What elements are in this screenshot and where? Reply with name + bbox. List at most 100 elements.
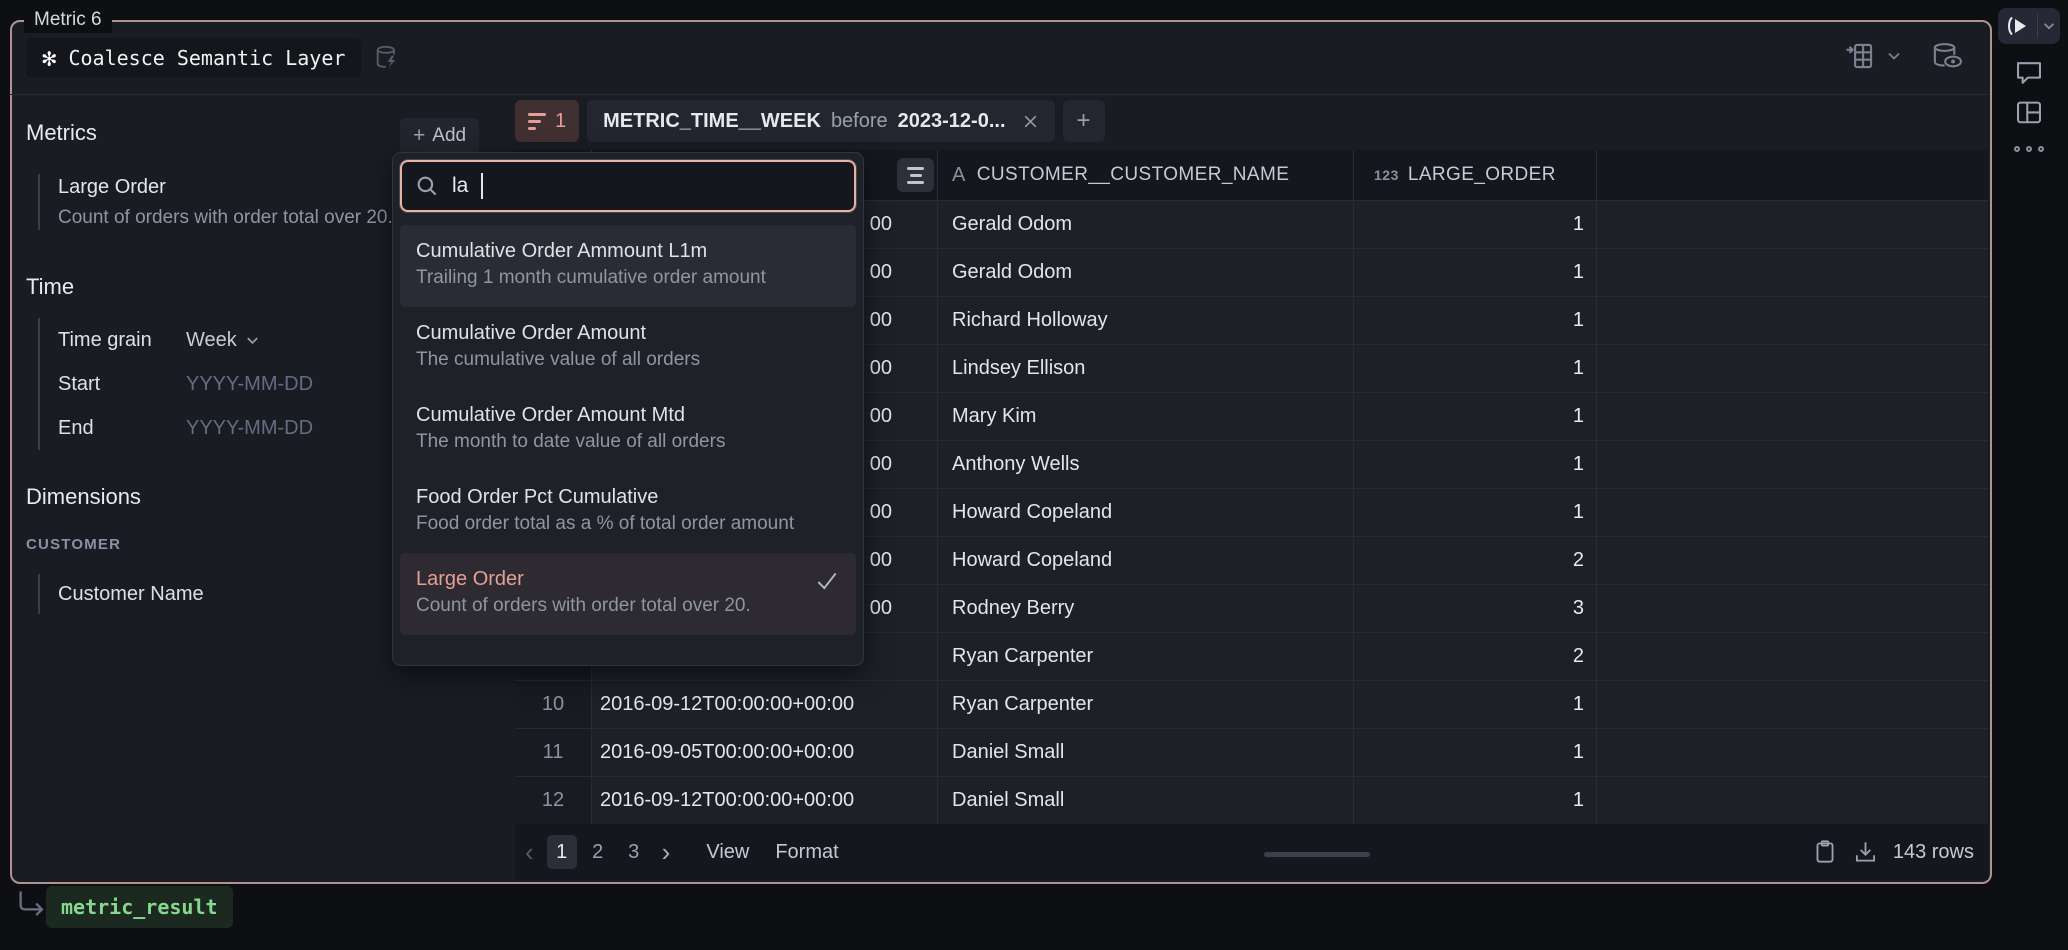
filter-icon: [528, 113, 546, 130]
chevron-down-icon: [245, 333, 260, 348]
search-query: la: [452, 174, 468, 198]
rows-count: 143 rows: [1893, 841, 1974, 864]
filter-value: 2023-12-0...: [898, 110, 1006, 133]
customer-name-cell: Rodney Berry: [938, 585, 1354, 632]
dropdown-item-description: The month to date value of all orders: [416, 429, 840, 455]
prev-page-icon[interactable]: ‹: [515, 839, 544, 865]
table-row[interactable]: 12 2016-09-12T00:00:00+00:00 Daniel Smal…: [515, 777, 1988, 825]
page-button[interactable]: 2: [583, 835, 613, 869]
cell-title: Metric 6: [24, 7, 112, 33]
column-header-large-order[interactable]: 123 LARGE_ORDER: [1354, 150, 1597, 200]
dropdown-item[interactable]: Cumulative Order Ammount L1m Trailing 1 …: [400, 225, 856, 307]
filter-bar: 1 METRIC_TIME__WEEK before 2023-12-0... …: [515, 100, 1105, 142]
metric-search-dropdown: la Cumulative Order Ammount L1m Trailing…: [392, 152, 864, 666]
dropdown-item-title: Cumulative Order Amount Mtd: [416, 401, 840, 429]
next-page-icon[interactable]: ›: [652, 839, 681, 865]
close-icon[interactable]: [1022, 113, 1039, 130]
table-row[interactable]: 10 2016-09-12T00:00:00+00:00 Ryan Carpen…: [515, 681, 1988, 729]
customer-name-cell: Ryan Carpenter: [938, 633, 1354, 680]
large-order-cell: 1: [1354, 729, 1597, 776]
page: Metric 6 ✻ Coalesce Semantic Layer: [0, 0, 2068, 950]
empty-cell: [1597, 585, 1988, 632]
filter-field: METRIC_TIME__WEEK: [603, 110, 821, 133]
horizontal-scrollbar[interactable]: [1264, 852, 1370, 857]
filter-operator: before: [831, 110, 888, 133]
search-icon: [414, 173, 440, 199]
dimensions-heading: Dimensions: [26, 484, 141, 510]
row-number-cell: 10: [515, 681, 592, 728]
customer-name-cell: Mary Kim: [938, 393, 1354, 440]
download-icon[interactable]: [1852, 838, 1879, 866]
filter-chip[interactable]: METRIC_TIME__WEEK before 2023-12-0...: [587, 100, 1054, 142]
empty-cell: [1597, 681, 1988, 728]
insert-table-icon[interactable]: [1844, 40, 1876, 72]
format-menu[interactable]: Format: [775, 841, 838, 864]
dropdown-list: Cumulative Order Ammount L1m Trailing 1 …: [393, 219, 863, 643]
column-label: LARGE_ORDER: [1408, 164, 1556, 186]
dropdown-item-title: Large Order: [416, 565, 840, 593]
chevron-down-icon[interactable]: [2038, 19, 2060, 33]
add-filter-button[interactable]: +: [1063, 100, 1105, 142]
column-filter-indicator-icon[interactable]: [897, 158, 934, 192]
column-header-customer-name[interactable]: A CUSTOMER__CUSTOMER_NAME: [938, 150, 1354, 200]
large-order-cell: 1: [1354, 297, 1597, 344]
cell-content: ✻ Coalesce Semantic Layer: [10, 20, 1988, 880]
dropdown-item-description: The cumulative value of all orders: [416, 347, 840, 373]
empty-cell: [1597, 201, 1988, 248]
filter-count: 1: [555, 110, 566, 133]
metrics-section-header: Metrics + Add: [26, 118, 504, 156]
page-button[interactable]: 3: [619, 835, 649, 869]
table-footer: ‹ 1 2 3 › View Format: [515, 824, 1988, 880]
customer-name-cell: Gerald Odom: [938, 249, 1354, 296]
copy-icon[interactable]: [1812, 838, 1838, 866]
chevron-down-icon[interactable]: [1886, 48, 1902, 64]
filter-count-chip[interactable]: 1: [515, 100, 579, 142]
page-button[interactable]: 1: [547, 835, 577, 869]
text-type-icon: A: [952, 164, 966, 187]
add-metric-button[interactable]: + Add: [400, 118, 479, 154]
layout-icon[interactable]: [2014, 98, 2044, 128]
number-type-icon: 123: [1374, 167, 1399, 183]
large-order-cell: 1: [1354, 441, 1597, 488]
customer-name-cell: Daniel Small: [938, 777, 1354, 824]
time-heading: Time: [26, 274, 74, 300]
header-divider: [10, 94, 1988, 95]
search-input[interactable]: la: [400, 160, 856, 212]
metric-time-cell: 2016-09-12T00:00:00+00:00: [592, 777, 938, 824]
result-variable: metric_result: [61, 895, 218, 919]
run-cell-button[interactable]: [1998, 8, 2060, 44]
empty-cell: [1597, 777, 1988, 824]
metric-time-cell: 2016-09-12T00:00:00+00:00: [592, 681, 938, 728]
customer-name-cell: Howard Copeland: [938, 489, 1354, 536]
dropdown-item[interactable]: Cumulative Order Amount The cumulative v…: [400, 307, 856, 389]
database-eye-icon[interactable]: [1930, 40, 1964, 72]
view-menu[interactable]: View: [706, 841, 749, 864]
dropdown-item[interactable]: Cumulative Order Amount Mtd The month to…: [400, 389, 856, 471]
table-row[interactable]: 11 2016-09-05T00:00:00+00:00 Daniel Smal…: [515, 729, 1988, 777]
empty-cell: [1597, 393, 1988, 440]
customer-name-cell: Howard Copeland: [938, 537, 1354, 584]
empty-column-header: [1597, 150, 1988, 200]
dropdown-item-title: Food Order Pct Cumulative: [416, 483, 840, 511]
customer-name-cell: Gerald Odom: [938, 201, 1354, 248]
empty-cell: [1597, 297, 1988, 344]
large-order-cell: 1: [1354, 681, 1597, 728]
dimension-item-label: Customer Name: [58, 583, 204, 606]
large-order-cell: 1: [1354, 777, 1597, 824]
time-row-value: Week: [186, 329, 237, 352]
dimension-group-label: CUSTOMER: [26, 536, 121, 553]
more-dots-icon[interactable]: [2014, 146, 2044, 152]
database-bolt-icon[interactable]: [373, 42, 401, 74]
empty-cell: [1597, 249, 1988, 296]
customer-name-cell: Ryan Carpenter: [938, 681, 1354, 728]
row-number-cell: 12: [515, 777, 592, 824]
run-cell-icon: [1998, 15, 2037, 37]
result-variable-chip[interactable]: metric_result: [46, 886, 233, 928]
coalesce-logo-icon: ✻: [42, 46, 56, 70]
large-order-cell: 1: [1354, 345, 1597, 392]
dropdown-item[interactable]: Large Order Count of orders with order t…: [400, 553, 856, 635]
comment-icon[interactable]: [2014, 58, 2044, 88]
metric-time-cell: 2016-09-05T00:00:00+00:00: [592, 729, 938, 776]
dropdown-item[interactable]: Food Order Pct Cumulative Food order tot…: [400, 471, 856, 553]
source-chip[interactable]: ✻ Coalesce Semantic Layer: [26, 38, 361, 78]
